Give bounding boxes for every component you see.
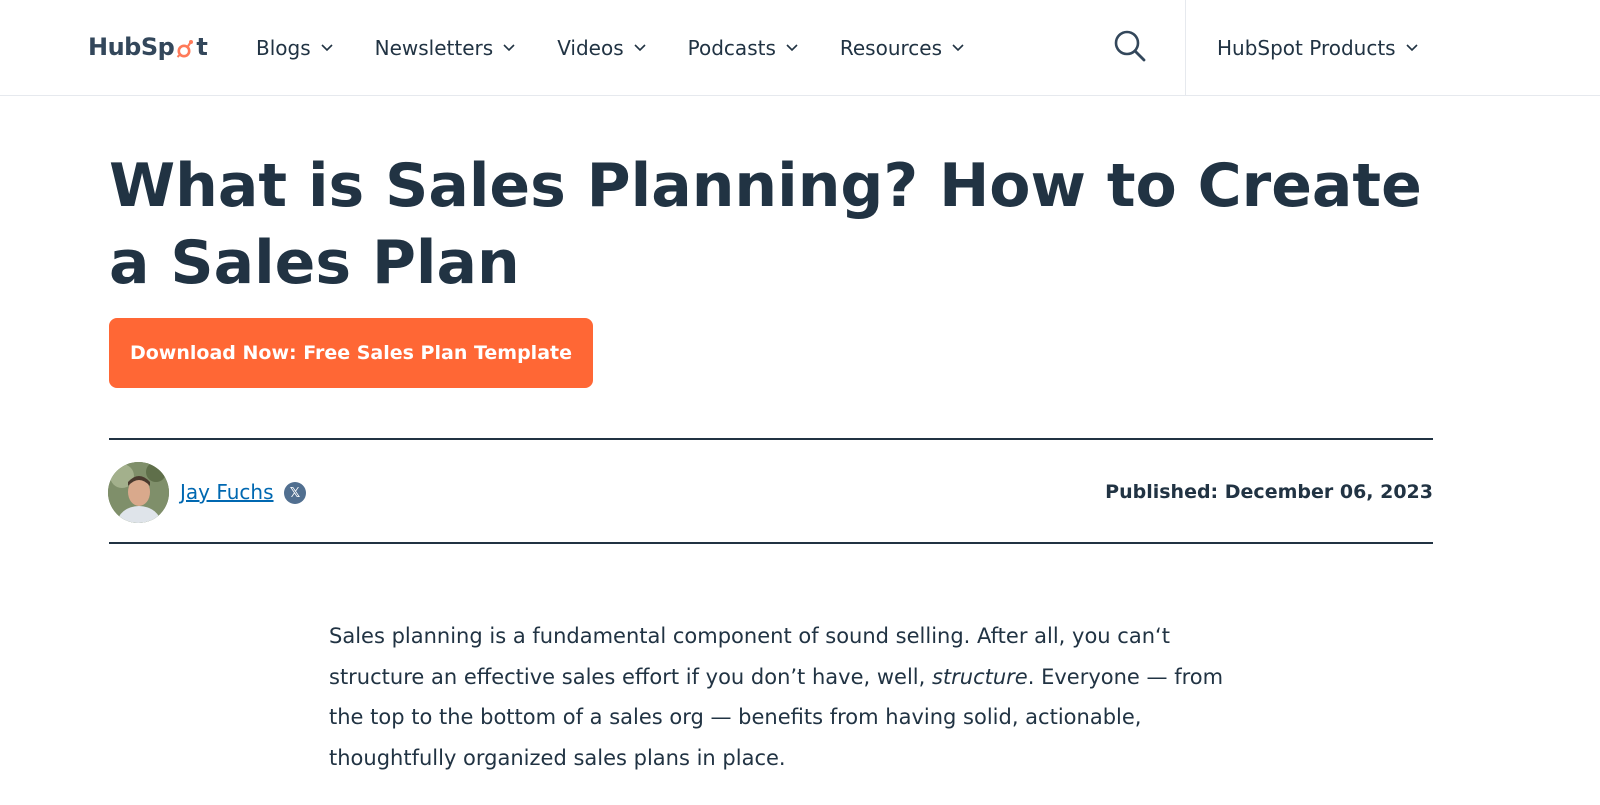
logo-text-start: HubSp [88,33,175,61]
chevron-down-icon [1406,43,1418,51]
nav-label: Podcasts [687,35,776,60]
author-link[interactable]: Jay Fuchs [180,480,274,504]
author-photo [108,462,169,523]
article-title: What is Sales Planning? How to Create a … [109,151,1422,298]
search-button[interactable] [1112,28,1148,64]
main-nav: Blogs Newsletters Videos Podcasts Resour… [256,0,1006,95]
divider-top [109,438,1433,440]
hubspot-products-menu[interactable]: HubSpot Products [1217,0,1418,95]
download-template-button[interactable]: Download Now: Free Sales Plan Template [109,318,593,388]
nav-resources[interactable]: Resources [840,36,964,60]
chevron-down-icon [503,43,515,51]
author-avatar[interactable] [108,462,169,523]
nav-blogs[interactable]: Blogs [256,36,333,60]
chevron-down-icon [786,43,798,51]
chevron-down-icon [634,43,646,51]
chevron-down-icon [952,43,964,51]
logo-text-end: t [196,33,208,61]
nav-newsletters[interactable]: Newsletters [375,36,516,60]
chevron-down-icon [321,43,333,51]
site-header: HubSp t Blogs Newsletters Videos Podcast… [0,0,1600,96]
nav-label: Newsletters [374,35,494,60]
header-divider [1185,0,1186,95]
article-intro: Sales planning is a fundamental componen… [329,616,1229,778]
published-date: Published: December 06, 2023 [1105,481,1433,503]
divider-bottom [109,542,1433,544]
products-label: HubSpot Products [1217,35,1396,60]
intro-emphasis: structure [931,664,1028,689]
x-social-icon[interactable]: 𝕏 [284,482,306,504]
nav-label: Videos [557,35,624,60]
sprocket-icon [177,40,194,58]
nav-podcasts[interactable]: Podcasts [688,36,798,60]
search-icon [1114,30,1146,62]
nav-label: Blogs [256,35,311,60]
hubspot-logo[interactable]: HubSp t [88,30,208,64]
nav-videos[interactable]: Videos [557,35,646,60]
nav-label: Resources [839,35,943,60]
